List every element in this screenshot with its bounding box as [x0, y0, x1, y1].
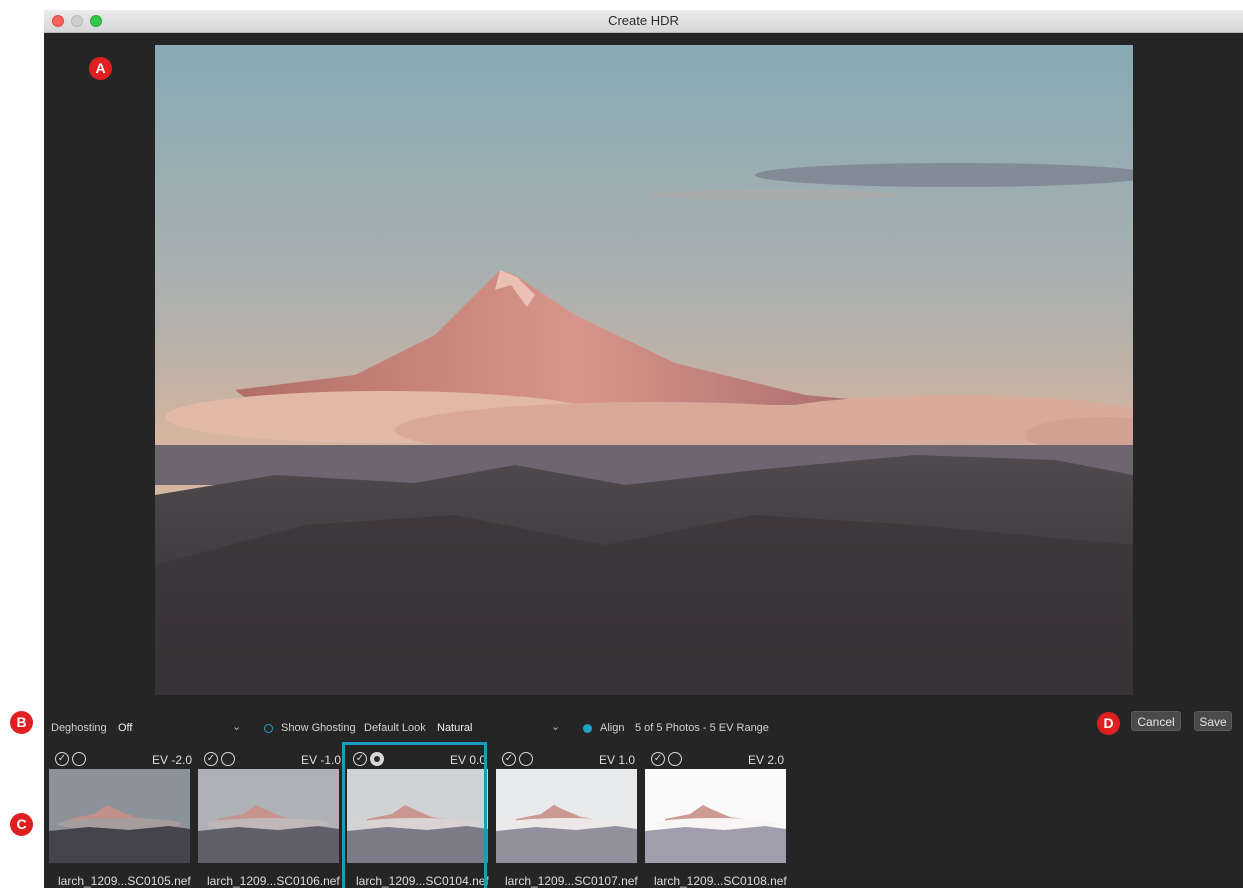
ev-label: EV 2.0 [748, 753, 785, 767]
thumbnail-filename: larch_1209...SC0105.nef [58, 874, 191, 888]
include-checkmark-icon[interactable]: ✓ [502, 752, 516, 766]
align-toggle[interactable] [583, 724, 592, 733]
deghosting-select[interactable]: Off [118, 722, 132, 734]
show-ghosting-label[interactable]: Show Ghosting [281, 722, 356, 734]
exposure-thumbnail[interactable] [496, 769, 637, 863]
exposure-thumbnail[interactable] [49, 769, 190, 863]
include-checkmark-icon[interactable]: ✓ [55, 752, 69, 766]
create-hdr-window: Create HDR Deghosting Off ⌄ Show Ghostin… [44, 10, 1243, 888]
thumbnail-filename: larch_1209...SC0108.nef [654, 874, 787, 888]
callout-b: B [10, 711, 33, 734]
deghosting-label: Deghosting [51, 722, 107, 734]
title-bar: Create HDR [44, 10, 1243, 33]
ev-label: EV -2.0 [152, 753, 193, 767]
ev-label: EV -1.0 [301, 753, 342, 767]
show-ghosting-radio[interactable] [264, 724, 273, 733]
include-checkmark-icon[interactable]: ✓ [651, 752, 665, 766]
exposure-thumbnail[interactable] [198, 769, 339, 863]
hdr-preview-image [155, 45, 1133, 695]
default-look-select[interactable]: Natural [437, 722, 472, 734]
photos-summary: 5 of 5 Photos - 5 EV Range [635, 722, 769, 734]
callout-c: C [10, 813, 33, 836]
exposure-thumbnail[interactable] [645, 769, 786, 863]
align-label[interactable]: Align [600, 722, 624, 734]
include-checkmark-icon[interactable]: ✓ [204, 752, 218, 766]
base-exposure-ring-icon[interactable] [519, 752, 533, 766]
window-title: Create HDR [608, 13, 679, 28]
save-button[interactable]: Save [1194, 711, 1232, 731]
callout-d: D [1097, 712, 1120, 735]
default-look-label: Default Look [364, 722, 426, 734]
ev-label: EV 1.0 [599, 753, 636, 767]
base-exposure-ring-icon[interactable] [221, 752, 235, 766]
base-exposure-ring-icon[interactable] [72, 752, 86, 766]
default-look-chevron-down-icon[interactable]: ⌄ [551, 720, 560, 733]
thumbnail-filename: larch_1209...SC0106.nef [207, 874, 340, 888]
deghosting-chevron-down-icon[interactable]: ⌄ [232, 720, 241, 733]
base-exposure-ring-icon[interactable] [668, 752, 682, 766]
callout-a: A [89, 57, 112, 80]
selected-thumbnail-frame [342, 742, 487, 888]
cancel-button[interactable]: Cancel [1131, 711, 1181, 731]
thumbnail-filename: larch_1209...SC0107.nef [505, 874, 638, 888]
